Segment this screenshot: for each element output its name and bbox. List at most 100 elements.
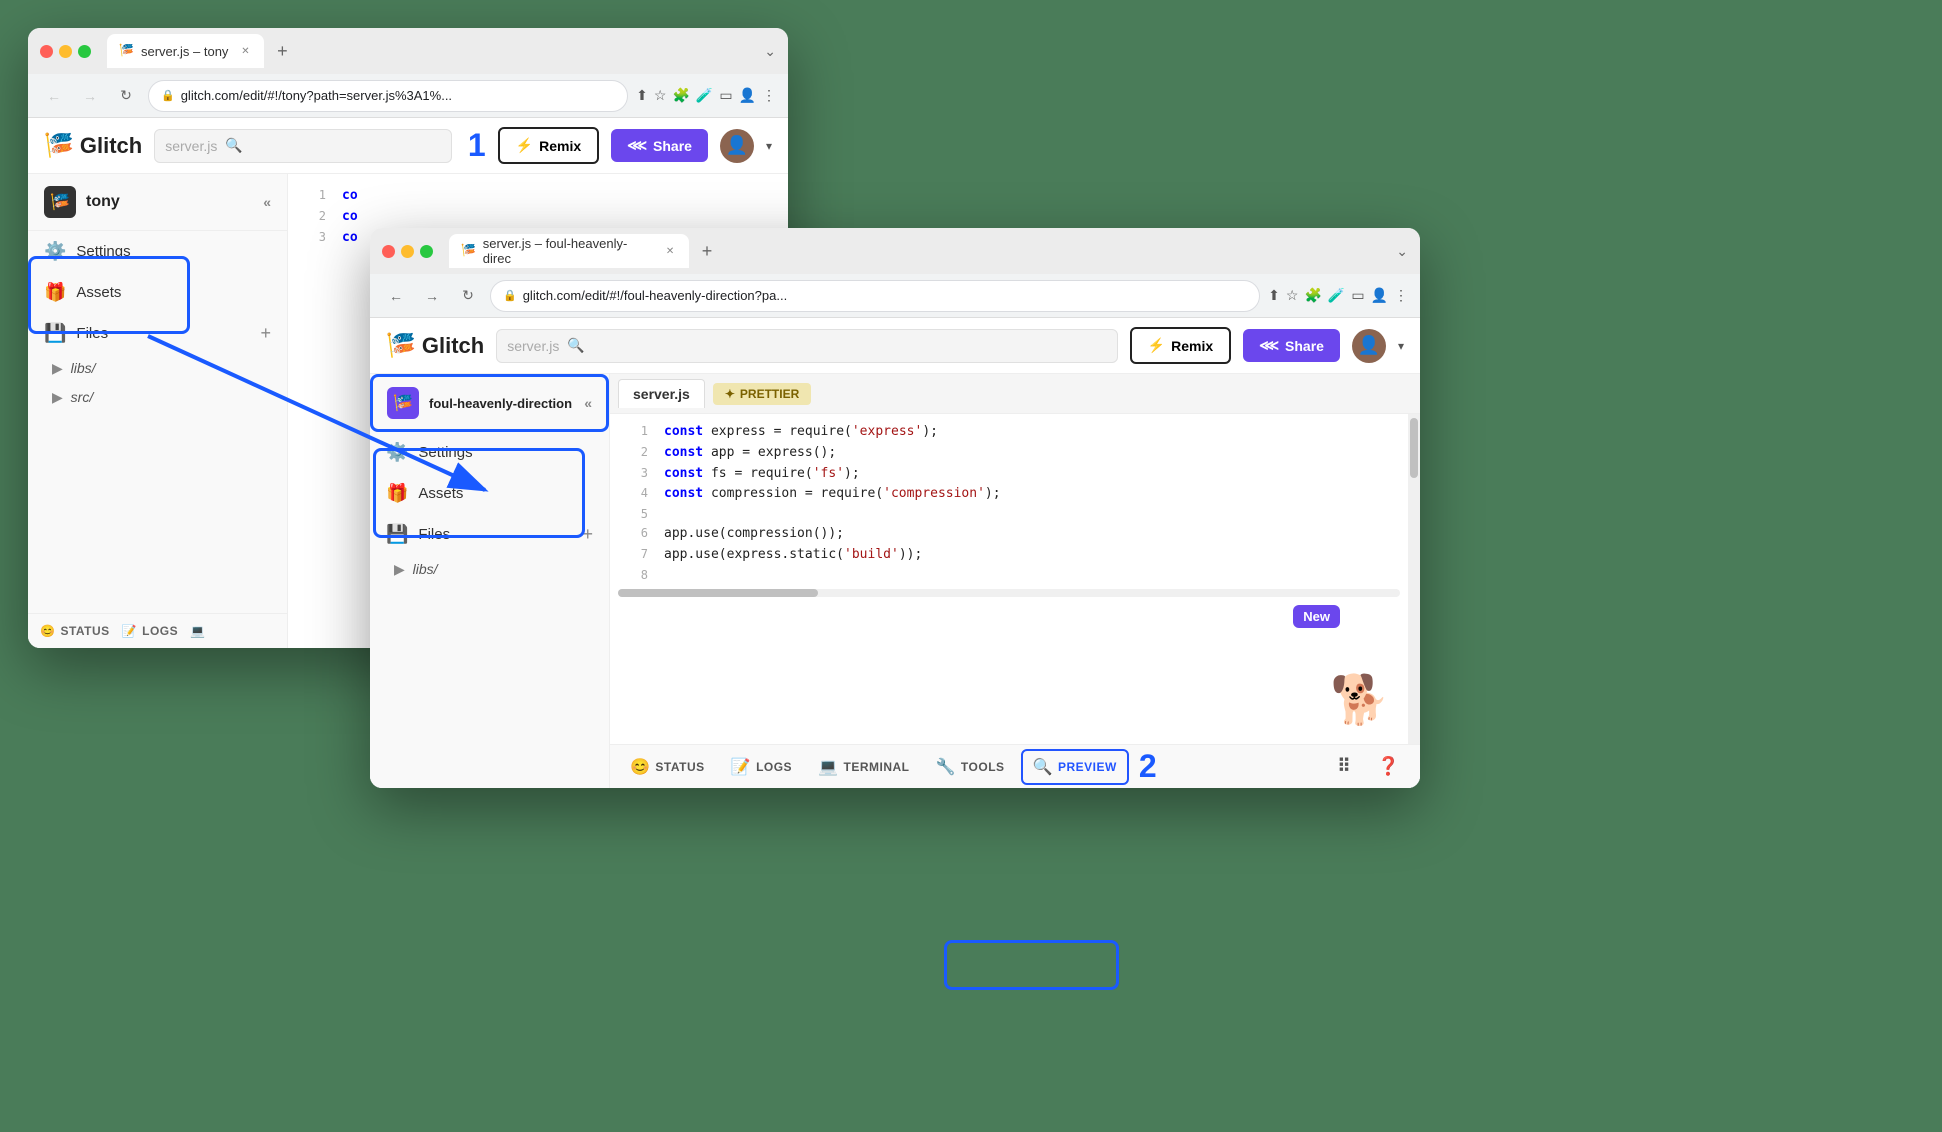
browser-window-front: 🎏 server.js – foul-heavenly-direc ✕ + ⌄ … bbox=[370, 228, 1420, 788]
forward-button-front[interactable]: → bbox=[418, 282, 446, 310]
preview-label-front: PREVIEW bbox=[1058, 760, 1117, 774]
traffic-light-red-front[interactable] bbox=[382, 245, 395, 258]
tree-src-back[interactable]: ▶ src/ bbox=[28, 383, 287, 412]
extensions-icon-back[interactable]: 🧩 bbox=[672, 87, 689, 104]
logs-icon-back: 📝 bbox=[122, 624, 137, 638]
chrome-titlebar-front: 🎏 server.js – foul-heavenly-direc ✕ + ⌄ bbox=[370, 228, 1420, 274]
glitch-search-front[interactable]: server.js 🔍 bbox=[496, 329, 1117, 363]
traffic-light-yellow-front[interactable] bbox=[401, 245, 414, 258]
back-button-front[interactable]: ← bbox=[382, 282, 410, 310]
reload-button-front[interactable]: ↻ bbox=[454, 282, 482, 310]
glitch-logo-back[interactable]: 🎏 Glitch bbox=[44, 131, 142, 160]
traffic-light-red[interactable] bbox=[40, 45, 53, 58]
files-add-front[interactable]: + bbox=[582, 524, 593, 545]
new-tab-button-front[interactable]: + bbox=[693, 237, 721, 265]
settings-label-front: Settings bbox=[418, 444, 472, 461]
dog-mascot: 🐕 bbox=[1330, 671, 1390, 728]
share-button-back[interactable]: ⋘ Share bbox=[611, 129, 708, 162]
bookmark-icon-front[interactable]: ☆ bbox=[1286, 287, 1299, 304]
avatar-chevron-back[interactable]: ▾ bbox=[766, 139, 772, 153]
sidebar-item-settings-back[interactable]: ⚙️ Settings bbox=[28, 231, 287, 272]
share-label-back: Share bbox=[653, 138, 692, 154]
menu-icon-front[interactable]: ⋮ bbox=[1394, 287, 1408, 304]
status-btn-front[interactable]: 😊 STATUS bbox=[620, 751, 715, 783]
preview-btn-front[interactable]: 🔍 PREVIEW bbox=[1021, 749, 1129, 785]
sidebar-icon-back[interactable]: ▭ bbox=[719, 87, 732, 104]
sidebar-item-files-back[interactable]: 💾 Files + bbox=[28, 313, 287, 354]
code-editor-front: server.js ✦ PRETTIER 1 const express = r… bbox=[610, 374, 1420, 788]
code-line-1: 1 const express = require( 'express' ); bbox=[610, 422, 1408, 443]
logs-btn-front[interactable]: 📝 LOGS bbox=[721, 751, 802, 783]
sidebar-collapse-back[interactable]: « bbox=[263, 194, 271, 210]
chrome-icons-front: ⬆ ☆ 🧩 🧪 ▭ 👤 ⋮ bbox=[1268, 287, 1408, 304]
tab-close-back[interactable]: ✕ bbox=[238, 44, 252, 58]
tab-area-front: 🎏 server.js – foul-heavenly-direc ✕ + ⌄ bbox=[449, 234, 1408, 268]
tools-label-front: TOOLS bbox=[961, 760, 1005, 774]
sidebar-item-assets-front[interactable]: 🎁 Assets bbox=[370, 473, 609, 514]
forward-button-back[interactable]: → bbox=[76, 82, 104, 110]
assets-icon-back: 🎁 bbox=[44, 282, 66, 303]
tab-close-front[interactable]: ✕ bbox=[663, 244, 677, 258]
prettier-button[interactable]: ✦ PRETTIER bbox=[713, 383, 811, 405]
glitch-logo-front[interactable]: 🎏 Glitch bbox=[386, 331, 484, 360]
tools-btn-front[interactable]: 🔧 TOOLS bbox=[926, 751, 1015, 783]
grid-icon-front: ⠿ bbox=[1337, 756, 1351, 777]
logs-btn-back[interactable]: 📝 LOGS bbox=[122, 624, 178, 638]
lab-icon-back[interactable]: 🧪 bbox=[696, 87, 713, 104]
profile-icon-back[interactable]: 👤 bbox=[739, 87, 756, 104]
active-tab-back[interactable]: 🎏 server.js – tony ✕ bbox=[107, 34, 264, 68]
share-icon-front[interactable]: ⬆ bbox=[1268, 287, 1280, 304]
annotation-number-2: 2 bbox=[1139, 748, 1157, 785]
tab-area-back: 🎏 server.js – tony ✕ + ⌄ bbox=[107, 34, 776, 68]
extensions-icon-front[interactable]: 🧩 bbox=[1304, 287, 1321, 304]
files-icon-front: 💾 bbox=[386, 524, 408, 545]
remix-icon-back: ⚡ bbox=[516, 137, 533, 154]
tree-libs-back[interactable]: ▶ libs/ bbox=[28, 354, 287, 383]
profile-icon-front[interactable]: 👤 bbox=[1371, 287, 1388, 304]
address-bar-front[interactable]: 🔒 glitch.com/edit/#!/foul-heavenly-direc… bbox=[490, 280, 1260, 312]
share-button-front[interactable]: ⋘ Share bbox=[1243, 329, 1340, 362]
reload-button-back[interactable]: ↻ bbox=[112, 82, 140, 110]
share-icon-back[interactable]: ⬆ bbox=[636, 87, 648, 104]
active-tab-front[interactable]: 🎏 server.js – foul-heavenly-direc ✕ bbox=[449, 234, 689, 268]
user-avatar-back[interactable]: 👤 bbox=[720, 129, 754, 163]
sidebar-item-settings-front[interactable]: ⚙️ Settings bbox=[370, 432, 609, 473]
menu-icon-back[interactable]: ⋮ bbox=[762, 87, 776, 104]
grid-btn-front[interactable]: ⠿ bbox=[1327, 750, 1361, 783]
search-icon-back: 🔍 bbox=[225, 137, 242, 154]
editor-tab-serverjs[interactable]: server.js bbox=[618, 379, 705, 408]
files-add-back[interactable]: + bbox=[260, 323, 271, 344]
sidebar-item-assets-back[interactable]: 🎁 Assets bbox=[28, 272, 287, 313]
sidebar-icon-front[interactable]: ▭ bbox=[1351, 287, 1364, 304]
remix-button-back[interactable]: ⚡ Remix bbox=[498, 127, 599, 164]
traffic-light-green[interactable] bbox=[78, 45, 91, 58]
traffic-light-yellow[interactable] bbox=[59, 45, 72, 58]
terminal-btn-front[interactable]: 💻 TERMINAL bbox=[808, 751, 919, 783]
editor-scrollbar-front[interactable] bbox=[618, 589, 1400, 597]
address-bar-back[interactable]: 🔒 glitch.com/edit/#!/tony?path=server.js… bbox=[148, 80, 628, 112]
terminal-icon-back: 💻 bbox=[190, 624, 205, 638]
terminal-btn-back[interactable]: 💻 bbox=[190, 624, 205, 638]
lab-icon-front[interactable]: 🧪 bbox=[1328, 287, 1345, 304]
sidebar-item-files-front[interactable]: 💾 Files + bbox=[370, 514, 609, 555]
editor-main-front: 1 const express = require( 'express' ); … bbox=[610, 414, 1420, 744]
status-btn-back[interactable]: 😊 STATUS bbox=[40, 624, 110, 638]
back-button-back[interactable]: ← bbox=[40, 82, 68, 110]
vertical-scrollbar-front[interactable] bbox=[1408, 414, 1420, 744]
glitch-search-back[interactable]: server.js 🔍 bbox=[154, 129, 452, 163]
new-tab-button-back[interactable]: + bbox=[268, 37, 296, 65]
user-avatar-front[interactable]: 👤 bbox=[1352, 329, 1386, 363]
bookmark-icon-back[interactable]: ☆ bbox=[654, 87, 667, 104]
share-label-front: Share bbox=[1285, 338, 1324, 354]
tab-chevron-back[interactable]: ⌄ bbox=[764, 43, 776, 60]
tab-chevron-front[interactable]: ⌄ bbox=[1396, 243, 1408, 260]
address-text-back: glitch.com/edit/#!/tony?path=server.js%3… bbox=[181, 88, 615, 103]
remix-button-front[interactable]: ⚡ Remix bbox=[1130, 327, 1231, 364]
tree-libs-front[interactable]: ▶ libs/ bbox=[370, 555, 609, 584]
logs-label-front: LOGS bbox=[756, 760, 792, 774]
search-placeholder-front: server.js bbox=[507, 338, 559, 354]
help-btn-front[interactable]: ❓ bbox=[1367, 750, 1410, 783]
avatar-chevron-front[interactable]: ▾ bbox=[1398, 339, 1404, 353]
sidebar-collapse-front[interactable]: « bbox=[584, 395, 592, 411]
traffic-light-green-front[interactable] bbox=[420, 245, 433, 258]
